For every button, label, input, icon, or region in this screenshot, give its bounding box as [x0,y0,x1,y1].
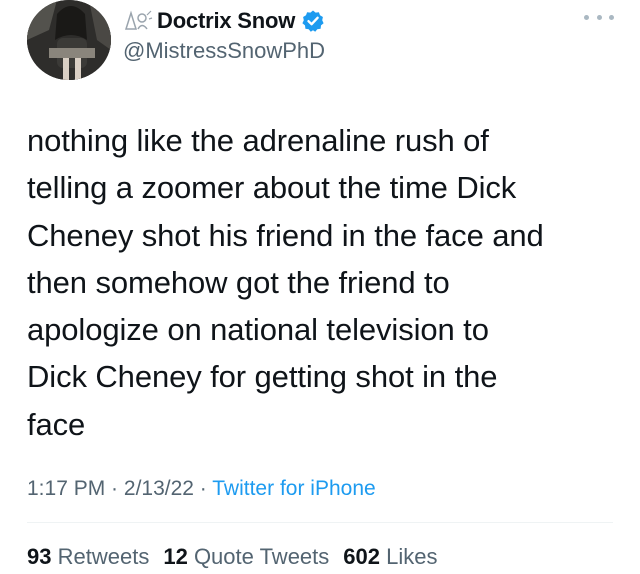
tweet-text-line: face [27,406,86,442]
tweet-text-line: Dick Cheney for getting shot in the [27,359,498,395]
meta-separator: · [105,477,124,500]
likes-count: 602 [343,544,380,569]
more-options-icon[interactable] [584,10,614,24]
author-name-row[interactable]: Doctrix Snow [123,6,325,36]
verified-badge-icon [301,9,325,33]
tweet-text-line: Cheney shot his friend in the face and [27,217,544,253]
tweet-card: Doctrix Snow @MistressSnowPhD nothing li… [0,0,640,574]
retweets-stat[interactable]: 93 Retweets [27,544,149,570]
tweet-stats: 93 Retweets 12 Quote Tweets 602 Likes [27,544,451,570]
tweet-text-line: apologize on national television to [27,312,489,348]
tweet-meta: 1:17 PM · 2/13/22 · Twitter for iPhone [27,477,376,501]
author-handle[interactable]: @MistressSnowPhD [123,38,325,64]
tweet-source-link[interactable]: Twitter for iPhone [212,477,375,500]
tweet-date[interactable]: 2/13/22 [124,477,194,500]
flair-icon [123,9,153,33]
meta-separator: · [193,477,213,500]
retweets-label: Retweets [57,544,150,569]
display-name[interactable]: Doctrix Snow [157,8,295,34]
tweet-text-line: telling a zoomer about the time Dick [27,170,517,206]
quote-tweets-count: 12 [163,544,188,569]
divider [27,522,613,523]
tweet-text-line: then somehow got the friend to [27,264,450,300]
likes-label: Likes [386,544,438,569]
tweet-time[interactable]: 1:17 PM [27,477,105,500]
avatar-image [27,0,111,80]
quote-tweets-label: Quote Tweets [193,544,330,569]
likes-stat[interactable]: 602 Likes [343,544,437,570]
retweets-count: 93 [27,544,52,569]
avatar[interactable] [27,0,111,80]
tweet-text: nothing like the adrenaline rush of tell… [27,117,627,448]
tweet-text-line: nothing like the adrenaline rush of [27,123,489,158]
quote-tweets-stat[interactable]: 12 Quote Tweets [163,544,329,570]
